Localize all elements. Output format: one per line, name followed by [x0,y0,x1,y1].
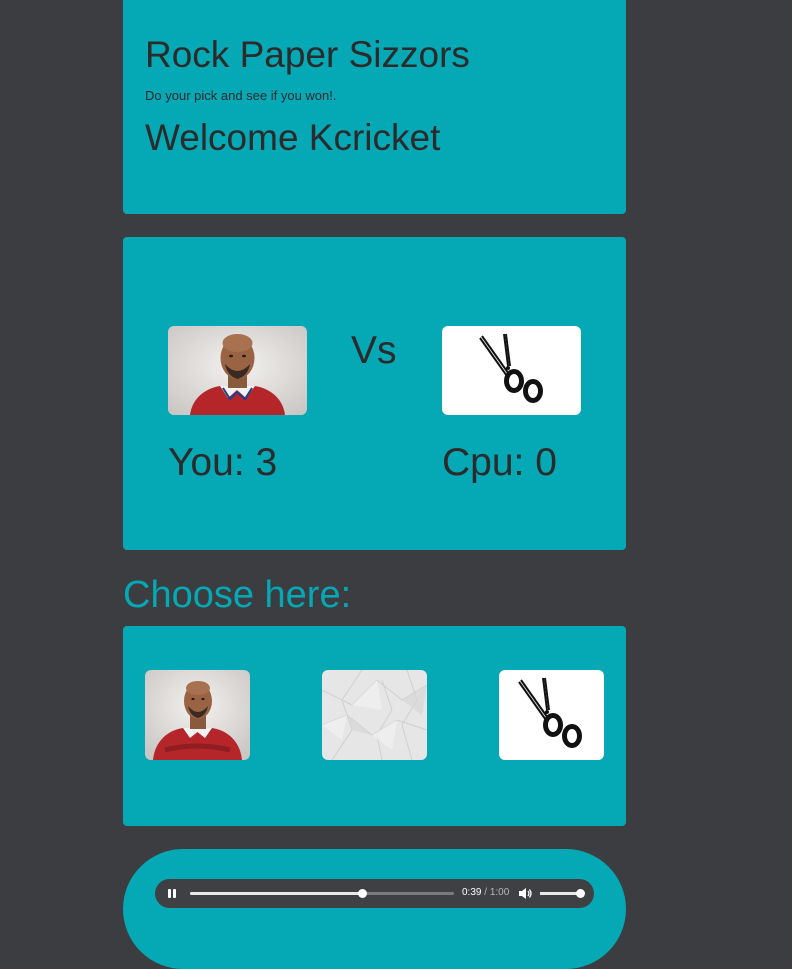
choice-paper-button[interactable] [322,670,427,760]
seek-bar[interactable] [190,889,454,898]
rock-photo-icon [145,670,250,760]
seek-bar-progress [190,892,362,895]
player-score: You: 3 [168,441,278,484]
speaker-icon [519,888,532,899]
cpu-score: Cpu: 0 [442,441,557,484]
cpu-pick-scissors-icon [442,326,581,415]
seek-bar-thumb[interactable] [357,889,367,898]
choice-scissors-button[interactable] [499,670,604,760]
duration: 1:00 [489,887,510,898]
page-title: Rock Paper Sizzors [145,34,470,75]
time-separator: / [484,887,488,898]
choice-rock-button[interactable] [145,670,250,760]
pause-button[interactable] [165,887,179,901]
volume-level [540,892,580,895]
current-time: 0:39 [462,887,482,898]
pause-icon [168,889,171,898]
player-pick-rock-icon [168,326,307,415]
choose-heading: Choose here: [123,574,352,616]
choices-card [123,626,626,826]
audio-player: 0:39 / 1:00 [155,879,594,908]
page-subtitle: Do your pick and see if you won!. [145,88,337,103]
time-display: 0:39 / 1:00 [462,887,509,898]
volume-button[interactable] [518,887,532,900]
volume-slider[interactable] [540,889,585,898]
welcome-message: Welcome Kcricket [145,117,441,158]
scissors-icon [518,677,582,748]
volume-thumb[interactable] [576,889,585,898]
crumpled-paper-icon [322,670,427,760]
header-card: Rock Paper Sizzors Do your pick and see … [123,0,626,214]
pause-icon [173,889,176,898]
vs-label: Vs [351,329,397,372]
battle-card: Vs You: 3 Cpu: 0 [123,237,626,550]
audio-card: 0:39 / 1:00 [123,849,626,969]
